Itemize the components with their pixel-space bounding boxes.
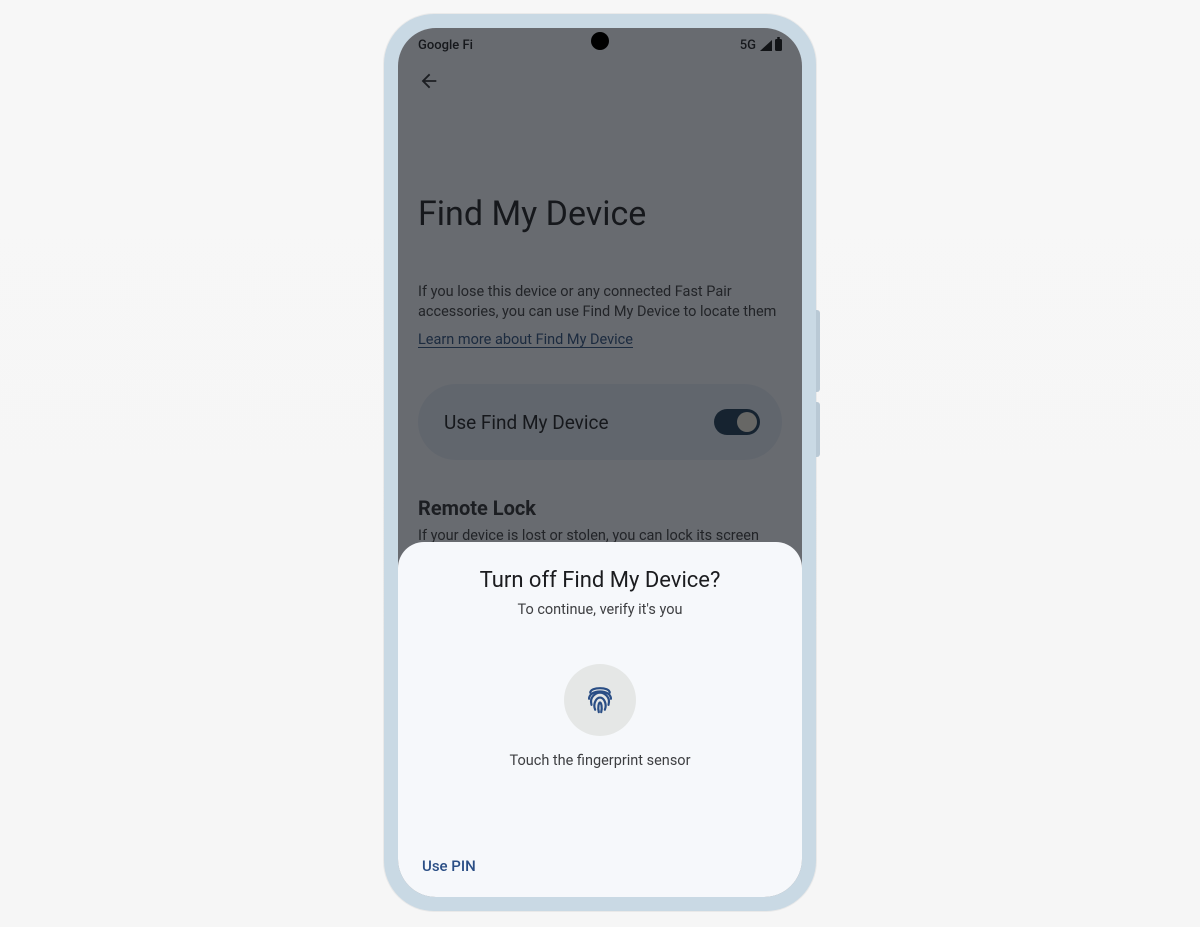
sheet-subtitle: To continue, verify it's you: [518, 601, 683, 618]
camera-punchhole: [591, 32, 609, 50]
fingerprint-icon: [585, 683, 615, 717]
sheet-title: Turn off Find My Device?: [480, 568, 721, 593]
fingerprint-caption: Touch the fingerprint sensor: [510, 752, 691, 769]
sheet-footer: Use PIN: [418, 856, 782, 883]
fingerprint-sensor[interactable]: [564, 664, 636, 736]
use-pin-button[interactable]: Use PIN: [422, 857, 476, 875]
stage: Google Fi 5G: [0, 0, 1200, 927]
phone-frame: Google Fi 5G: [384, 14, 816, 911]
phone-screen: Google Fi 5G: [398, 28, 802, 897]
biometric-bottom-sheet: Turn off Find My Device? To continue, ve…: [398, 542, 802, 897]
